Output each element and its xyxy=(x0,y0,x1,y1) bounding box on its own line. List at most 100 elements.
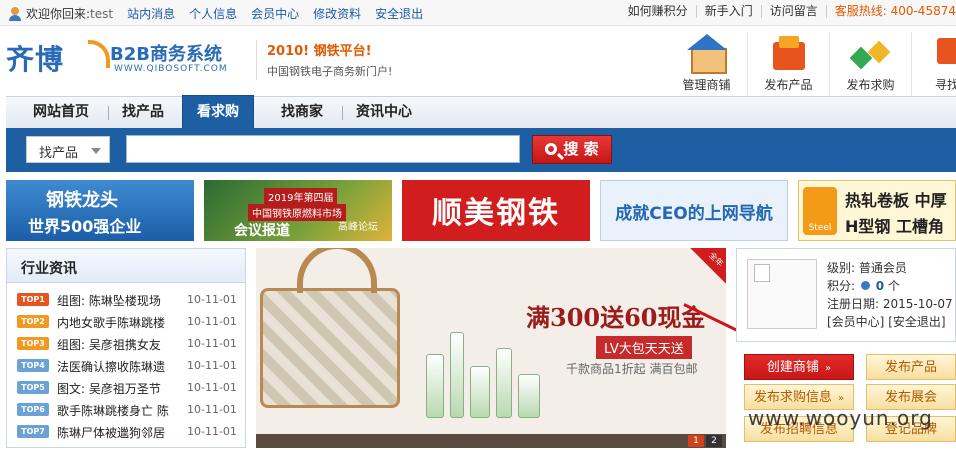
level-value: 普通会员 xyxy=(858,261,907,275)
link-earn-points[interactable]: 如何赚积分 xyxy=(620,5,697,18)
post-purchase-label: 发布求购 xyxy=(846,78,895,92)
member-level-row: 级别: 普通会员 xyxy=(827,259,907,276)
news-title: 行业资讯 xyxy=(21,261,77,277)
list-item[interactable]: TOP4 法医确认擦收陈琳遗 10-11-01 xyxy=(7,355,245,377)
post-expo-label: 发布展会 xyxy=(884,390,937,405)
promo-subtext: 千款商品1折起 满百包邮 xyxy=(566,362,698,376)
watermark: www.wooyun.org xyxy=(748,406,933,430)
news-link[interactable]: 组图: 吴彦祖携女友 xyxy=(57,336,181,353)
post-product-label: 发布产品 xyxy=(764,78,813,92)
promo-tag: LV大包天天送 xyxy=(596,336,692,359)
logo-chinese: 齐博 xyxy=(6,43,65,76)
nav-find-products[interactable]: 找产品 xyxy=(110,97,176,128)
main-nav: 网站首页 找产品 看求购 找商家 资讯中心 xyxy=(6,95,956,128)
promo-slideshow[interactable]: 满300送60现金 LV大包天天送 千款商品1折起 满百包邮 全年 1 2 xyxy=(256,248,726,448)
news-date: 10-11-01 xyxy=(187,403,237,416)
post-product-action-label: 发布产品 xyxy=(884,360,937,375)
link-logout[interactable]: 安全退出 xyxy=(375,5,423,22)
news-link[interactable]: 法医确认擦收陈琳遗 xyxy=(57,358,181,375)
news-link[interactable]: 歌手陈琳跳楼身亡 陈 xyxy=(57,402,181,419)
cosmetics-image xyxy=(416,318,566,418)
slide-page-2[interactable]: 2 xyxy=(706,435,722,447)
chevron-down-icon xyxy=(91,148,101,154)
banner-5-line-2: H型钢 工槽角 xyxy=(845,217,944,236)
find-merchant-button[interactable]: 寻找商 xyxy=(912,32,956,96)
logo-url: WWW.QIBOSOFT.COM xyxy=(114,64,228,74)
nav-view-purchases[interactable]: 看求购 xyxy=(182,95,254,128)
slogan: 2010! 钢铁平台! 中国钢铁电子商务新门户! xyxy=(256,40,392,80)
nav-divider xyxy=(342,106,343,120)
link-member-center[interactable]: 会员中心 xyxy=(251,5,299,22)
rank-badge: TOP1 xyxy=(17,293,49,306)
find-icon xyxy=(933,34,956,72)
member-points-row: 积分: 0 个 xyxy=(827,277,900,294)
double-chevron-right-icon: » xyxy=(837,393,845,404)
search-category-select[interactable]: 找产品 xyxy=(26,136,110,163)
post-purchase-button[interactable]: 发布求购 xyxy=(830,32,912,96)
news-link[interactable]: 组图: 陈琳坠楼现场 xyxy=(57,292,181,309)
nav-home[interactable]: 网站首页 xyxy=(16,97,106,128)
banner-ceo-navigation[interactable]: 成就CEO的上网导航 xyxy=(600,180,788,241)
rank-badge: TOP6 xyxy=(17,403,49,416)
banner-3-text: 顺美钢铁 xyxy=(432,196,560,231)
link-beginner-guide[interactable]: 新手入门 xyxy=(697,5,762,18)
list-item[interactable]: TOP6 歌手陈琳跳楼身亡 陈 10-11-01 xyxy=(7,399,245,421)
logout-link[interactable]: [安全退出] xyxy=(888,315,945,329)
member-center-link[interactable]: [会员中心] xyxy=(827,315,884,329)
points-value: 0 xyxy=(875,279,885,293)
hotline-text: 客服热线: 400-45874 xyxy=(834,4,956,18)
search-input[interactable] xyxy=(126,135,520,163)
reg-date-value: 2015-10-07 xyxy=(882,297,953,311)
news-date: 10-11-01 xyxy=(187,315,237,328)
slide-page-1[interactable]: 1 xyxy=(688,435,704,447)
search-category-value: 找产品 xyxy=(39,146,79,161)
create-shop-button[interactable]: 创建商铺 » xyxy=(744,354,854,380)
link-messages[interactable]: 站内消息 xyxy=(127,5,175,22)
nav-news-center[interactable]: 资讯中心 xyxy=(344,97,424,128)
link-edit-profile[interactable]: 修改资料 xyxy=(313,5,361,22)
create-shop-label: 创建商铺 xyxy=(766,360,819,375)
logo-swoosh-icon xyxy=(88,40,110,68)
list-item[interactable]: TOP2 内地女歌手陈琳跳楼 10-11-01 xyxy=(7,311,245,333)
points-label: 积分: xyxy=(827,279,856,293)
nav-find-merchants[interactable]: 找商家 xyxy=(260,97,344,128)
news-header: 行业资讯 xyxy=(7,249,245,283)
banner-1-line-2: 世界500强企业 xyxy=(28,217,142,236)
post-product-button[interactable]: 发布产品 xyxy=(748,32,830,96)
promo-headline: 满300送60现金 xyxy=(526,303,706,332)
list-item[interactable]: TOP7 陈琳尸体被邋狗邻居 10-11-01 xyxy=(7,421,245,443)
banner-2-line-1: 2019年第四届 xyxy=(264,188,338,205)
banner-conference[interactable]: 2019年第四届 中国钢铁原燃料市场 会议报道 高峰论坛 xyxy=(204,180,392,241)
coin-icon xyxy=(860,281,870,290)
manage-shop-label: 管理商铺 xyxy=(682,78,731,92)
site-logo[interactable]: 齐博 B2B商务系统 WWW.QIBOSOFT.COM xyxy=(6,38,254,80)
post-product-action-button[interactable]: 发布产品 xyxy=(866,354,956,380)
banner-steel-leader[interactable]: 钢铁龙头 世界500强企业 xyxy=(6,180,194,241)
manage-shop-button[interactable]: 管理商铺 xyxy=(666,32,748,96)
link-profile[interactable]: 个人信息 xyxy=(189,5,237,22)
news-date: 10-11-01 xyxy=(187,381,237,394)
purchase-icon xyxy=(851,34,891,72)
banner-5-line-1: 热轧卷板 中厚 xyxy=(845,191,947,210)
news-link[interactable]: 陈琳尸体被邋狗邻居 xyxy=(57,424,181,441)
search-bar: 找产品 搜 索 xyxy=(6,128,956,172)
logo-b2b: B2B商务系统 xyxy=(110,44,222,65)
shop-icon xyxy=(686,34,727,74)
banner-5-logo: Steel xyxy=(803,187,837,235)
level-label: 级别: xyxy=(827,261,856,275)
product-icon xyxy=(769,34,809,72)
list-item[interactable]: TOP3 组图: 吴彦祖携女友 10-11-01 xyxy=(7,333,245,355)
banner-2-line-4: 高峰论坛 xyxy=(338,222,378,233)
news-link[interactable]: 图文: 吴彦祖万圣节 xyxy=(57,380,181,397)
search-button[interactable]: 搜 索 xyxy=(532,135,612,164)
points-unit: 个 xyxy=(887,279,900,293)
banner-shunmei-steel[interactable]: 顺美钢铁 xyxy=(402,180,590,241)
avatar xyxy=(747,259,817,329)
news-list: TOP1 组图: 陈琳坠楼现场 10-11-01 TOP2 内地女歌手陈琳跳楼 10-1… xyxy=(7,289,245,443)
welcome-text: 欢迎你回来: xyxy=(26,7,91,21)
list-item[interactable]: TOP5 图文: 吴彦祖万圣节 10-11-01 xyxy=(7,377,245,399)
list-item[interactable]: TOP1 组图: 陈琳坠楼现场 10-11-01 xyxy=(7,289,245,311)
banner-steel-products[interactable]: Steel 热轧卷板 中厚 H型钢 工槽角 xyxy=(798,180,956,241)
link-guestbook[interactable]: 访问留言 xyxy=(762,5,827,18)
news-link[interactable]: 内地女歌手陈琳跳楼 xyxy=(57,314,181,331)
